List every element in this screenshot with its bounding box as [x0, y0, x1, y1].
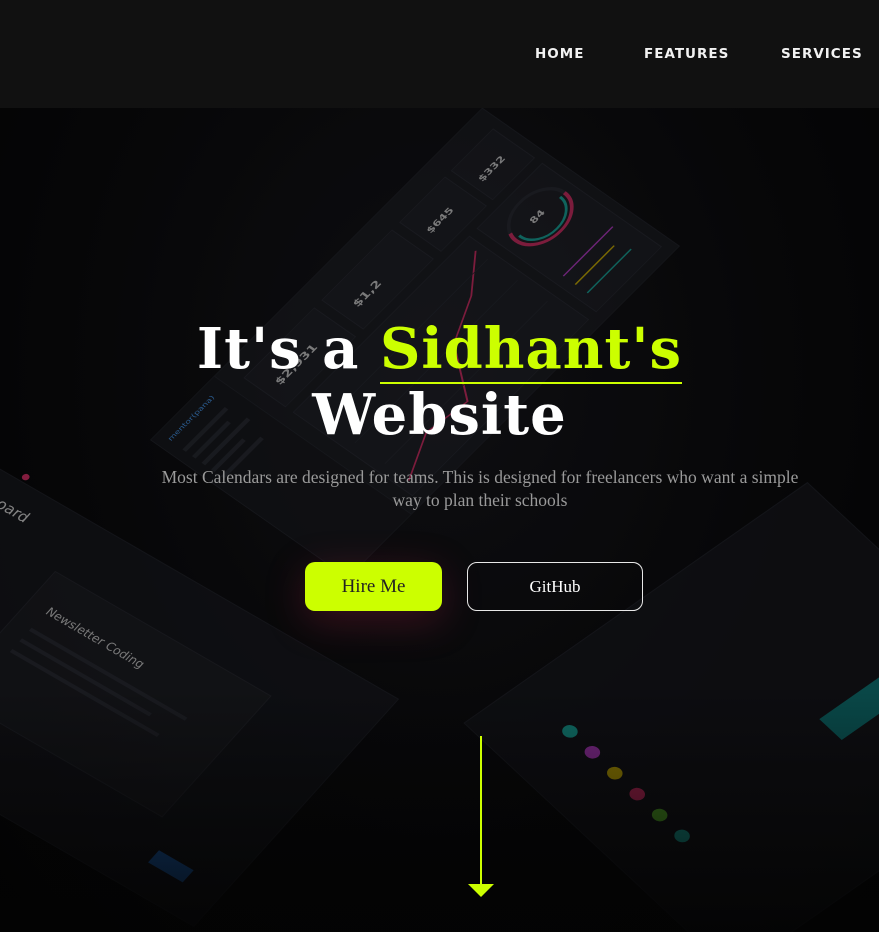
- arrow-down-icon[interactable]: [468, 736, 494, 898]
- page: HOME FEATURES SERVICES mentor(pana) $2,9…: [0, 0, 879, 932]
- background-mockups: mentor(pana) $2,931 $1,2 $645 $332 84 Bo…: [0, 108, 879, 932]
- headline-accent-name: Sidhant's: [379, 316, 683, 384]
- nav-services-link[interactable]: SERVICES: [781, 46, 863, 62]
- hire-me-button[interactable]: Hire Me: [305, 562, 442, 611]
- bottom-fade: [0, 688, 879, 932]
- hero-subtitle: Most Calendars are designed for teams. T…: [161, 467, 799, 510]
- headline-suffix: Website: [312, 382, 567, 448]
- nav-features-link[interactable]: FEATURES: [644, 46, 729, 62]
- nav-home-link[interactable]: HOME: [535, 46, 584, 62]
- hero-headline: It's a Sidhant's Website: [0, 316, 879, 448]
- github-button[interactable]: GitHub: [467, 562, 643, 611]
- headline-line-1: It's a Sidhant's: [0, 316, 879, 384]
- headline-prefix: It's a: [196, 316, 360, 382]
- navbar: HOME FEATURES SERVICES: [0, 0, 879, 108]
